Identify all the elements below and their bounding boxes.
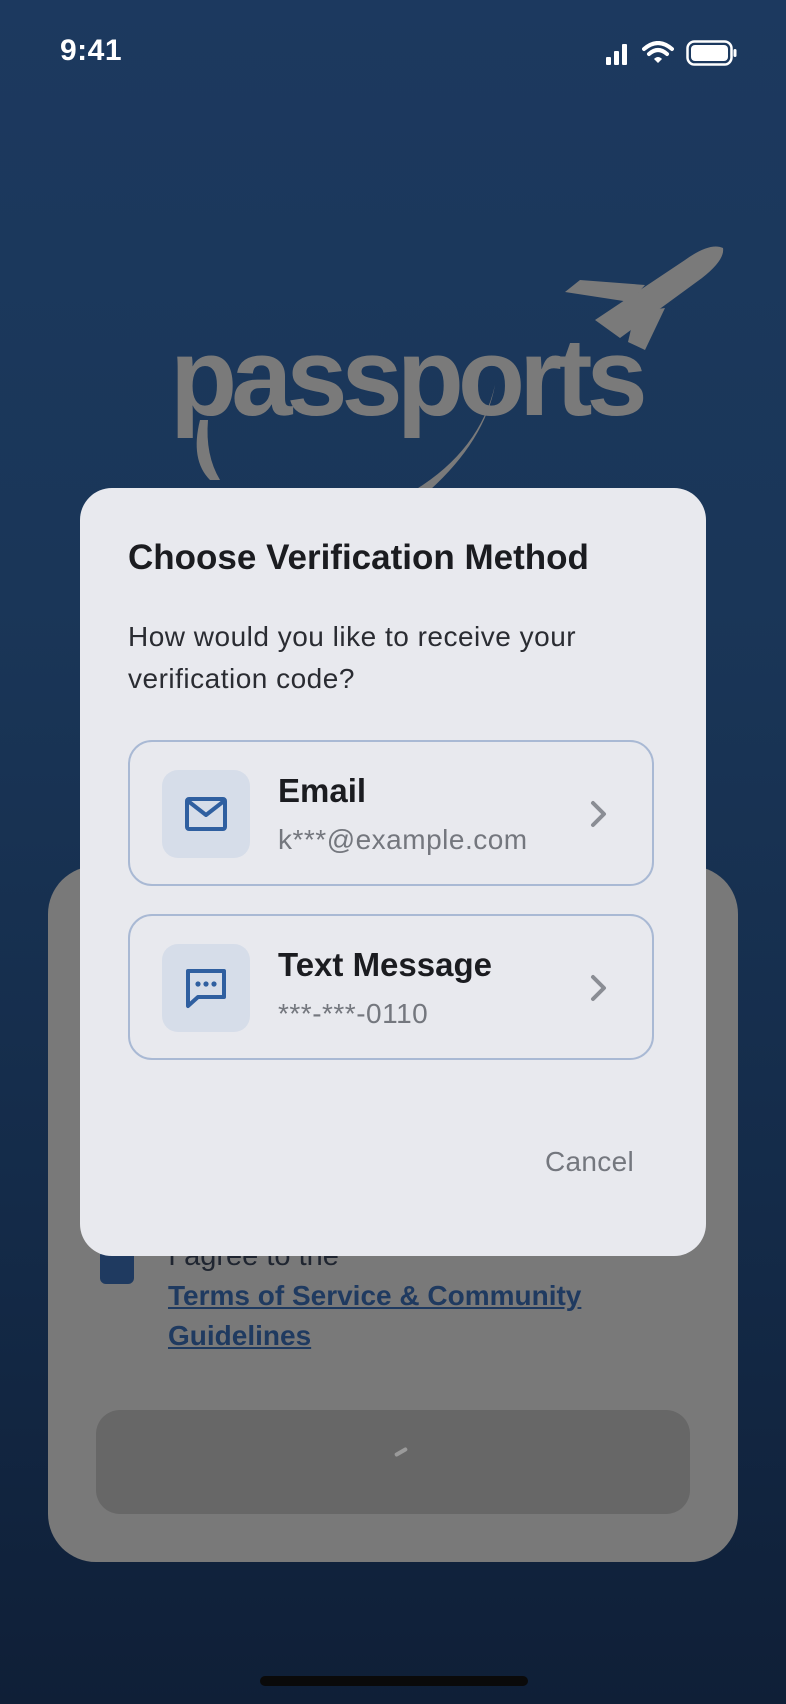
text-message-option-title: Text Message bbox=[278, 946, 492, 983]
email-icon-box bbox=[162, 770, 250, 858]
submit-button[interactable] bbox=[96, 1410, 690, 1514]
dialog-body: How would you like to receive your verif… bbox=[128, 621, 577, 694]
chevron-right-icon bbox=[591, 975, 606, 1001]
text-message-option-button[interactable]: Text Message ***-***-0110 bbox=[128, 914, 654, 1060]
cancel-button[interactable]: Cancel bbox=[545, 1146, 634, 1178]
passports-logo: passports bbox=[160, 230, 724, 500]
email-option-title: Email bbox=[278, 772, 367, 809]
status-time: 9:41 bbox=[60, 34, 123, 67]
verification-method-dialog: Choose Verification Method How would you… bbox=[80, 488, 706, 1256]
wifi-icon bbox=[642, 41, 674, 63]
chevron-right-icon bbox=[591, 801, 606, 827]
terms-link[interactable]: Terms of Service & Community Guidelines bbox=[168, 1276, 638, 1356]
dialog-title: Choose Verification Method bbox=[128, 538, 589, 577]
battery-icon bbox=[686, 40, 737, 66]
message-icon bbox=[186, 969, 226, 1008]
status-bar: 9:41 bbox=[0, 0, 786, 110]
email-option-button[interactable]: Email k***@example.com bbox=[128, 740, 654, 886]
message-icon-box bbox=[162, 944, 250, 1032]
logo-swoosh bbox=[196, 385, 495, 490]
status-icons bbox=[604, 40, 738, 66]
text-message-option-number: ***-***-0110 bbox=[278, 998, 429, 1029]
cellular-signal-icon bbox=[606, 44, 627, 65]
email-option-address: k***@example.com bbox=[278, 824, 528, 855]
mail-icon bbox=[185, 797, 227, 831]
home-indicator[interactable] bbox=[260, 1676, 528, 1686]
loading-spinner-icon bbox=[393, 1446, 409, 1458]
